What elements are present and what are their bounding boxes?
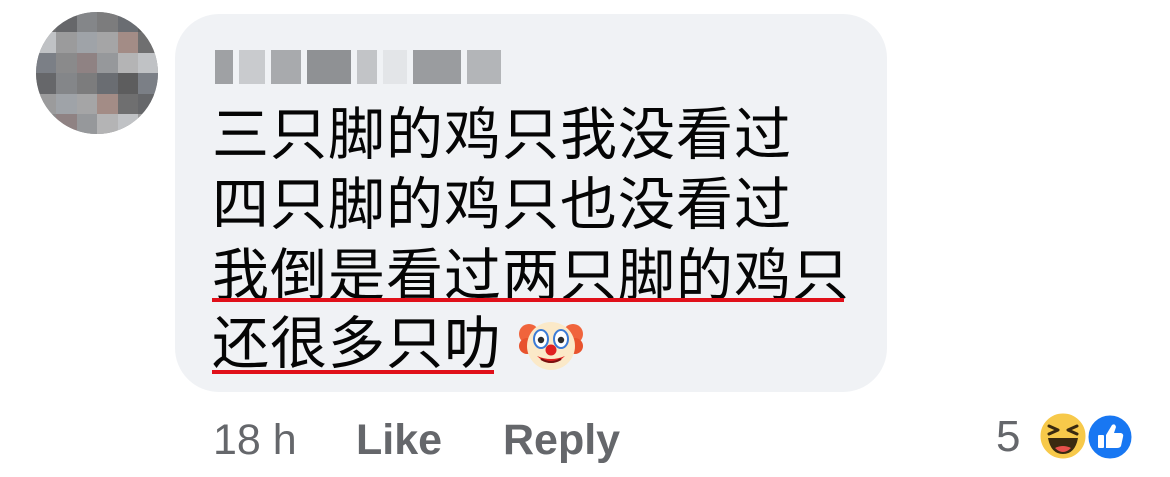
avatar-pixel bbox=[97, 73, 118, 94]
reaction-count[interactable]: 5 bbox=[996, 408, 1020, 466]
avatar-pixel bbox=[97, 52, 118, 74]
avatar-pixel bbox=[56, 12, 77, 33]
avatar-pixel bbox=[117, 114, 138, 134]
avatar-pixel bbox=[56, 52, 77, 74]
avatar-pixel bbox=[117, 93, 138, 114]
haha-icon[interactable] bbox=[1037, 410, 1089, 462]
avatar-pixel bbox=[76, 52, 98, 74]
avatar-pixel bbox=[36, 93, 57, 114]
avatar-pixel bbox=[36, 114, 57, 134]
comment-line-2: 四只脚的鸡只也没看过 bbox=[212, 172, 792, 238]
avatar-pixel bbox=[138, 32, 158, 53]
avatar-pixel bbox=[117, 73, 138, 94]
avatar-pixel bbox=[138, 52, 158, 74]
avatar-pixel bbox=[97, 12, 118, 33]
like-icon[interactable] bbox=[1085, 412, 1135, 462]
avatar-pixel bbox=[36, 12, 57, 33]
avatar-pixel bbox=[97, 114, 118, 134]
avatar-pixel bbox=[138, 73, 158, 94]
timestamp[interactable]: 18 h bbox=[213, 412, 297, 468]
avatar-pixel bbox=[76, 12, 98, 33]
avatar[interactable] bbox=[36, 12, 158, 134]
avatar-pixel bbox=[36, 73, 57, 94]
author-name-redacted[interactable] bbox=[215, 50, 501, 88]
avatar-pixel bbox=[76, 93, 98, 114]
avatar-pixel bbox=[56, 73, 77, 94]
avatar-pixel bbox=[56, 93, 77, 114]
avatar-pixel bbox=[56, 114, 77, 134]
avatar-pixel bbox=[138, 114, 158, 134]
comment-line-4: 还很多只叻 bbox=[212, 311, 502, 377]
avatar-pixel bbox=[117, 32, 138, 53]
avatar-pixel bbox=[97, 93, 118, 114]
red-underline-line-3 bbox=[212, 298, 844, 302]
avatar-pixel bbox=[36, 52, 57, 74]
avatar-pixel bbox=[76, 73, 98, 94]
reply-button[interactable]: Reply bbox=[503, 412, 620, 468]
like-button[interactable]: Like bbox=[356, 412, 442, 468]
avatar-pixel bbox=[138, 12, 158, 33]
clown-face-icon bbox=[519, 322, 583, 370]
avatar-pixel bbox=[56, 32, 77, 53]
avatar-pixel bbox=[117, 52, 138, 74]
avatar-pixel bbox=[97, 32, 118, 53]
avatar-pixel bbox=[76, 114, 98, 134]
avatar-pixel bbox=[36, 32, 57, 53]
avatar-pixel bbox=[138, 93, 158, 114]
avatar-pixel bbox=[76, 32, 98, 53]
comment-line-1: 三只脚的鸡只我没看过 bbox=[212, 102, 792, 168]
red-underline-line-4 bbox=[212, 370, 494, 374]
avatar-pixel bbox=[117, 12, 138, 33]
